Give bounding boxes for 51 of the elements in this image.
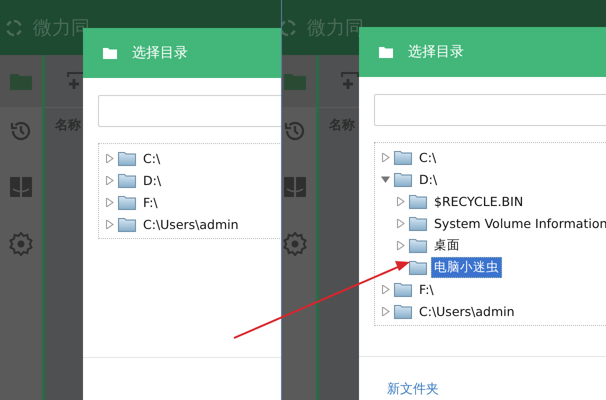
tree-item[interactable]: F:\ — [416, 280, 437, 298]
folder-icon — [394, 172, 412, 186]
folder-icon — [409, 216, 427, 230]
path-field[interactable] — [98, 95, 281, 127]
triangle-icon[interactable] — [381, 152, 390, 162]
history-icon[interactable] — [9, 119, 33, 143]
triangle-icon[interactable] — [381, 174, 390, 184]
tree-item[interactable]: C:\ — [416, 148, 440, 166]
triangle-icon[interactable] — [105, 176, 114, 184]
folder-icon — [118, 150, 136, 166]
finder-face-icon[interactable] — [9, 176, 33, 198]
triangle-icon[interactable] — [396, 196, 405, 206]
folder-icon — [394, 304, 412, 318]
folder-icon — [394, 150, 412, 164]
triangle-icon[interactable] — [105, 154, 114, 162]
tree-item[interactable]: 电脑小迷虫 — [431, 256, 502, 278]
tree-item[interactable]: C:\Users\admin — [416, 302, 518, 320]
folder-icon — [118, 216, 136, 232]
folder-icon — [409, 260, 427, 274]
sync-icon — [282, 18, 297, 36]
settings-icon[interactable] — [282, 231, 308, 257]
triangle-icon[interactable] — [381, 306, 390, 316]
tree-item[interactable]: System Volume Information — [431, 214, 606, 232]
folder-icon — [409, 194, 427, 208]
tree-item[interactable]: C:\ — [140, 148, 164, 168]
sync-icon — [5, 18, 23, 36]
folder-icon — [103, 48, 117, 58]
tree-item[interactable]: F:\ — [140, 192, 161, 212]
settings-icon[interactable] — [8, 231, 34, 257]
new-folder-link[interactable]: 新文件夹 — [387, 380, 439, 398]
triangle-icon[interactable] — [381, 284, 390, 294]
triangle-icon[interactable] — [396, 218, 405, 228]
triangle-icon[interactable] — [396, 240, 405, 250]
tree-item[interactable]: D:\ — [140, 170, 164, 190]
history-icon[interactable] — [283, 119, 307, 143]
finder-face-icon[interactable] — [283, 176, 307, 198]
tree-item[interactable]: C:\Users\admin — [140, 214, 242, 234]
dialog-title: 选择目录 — [132, 44, 188, 62]
folder-icon — [409, 238, 427, 252]
tree-item[interactable]: D:\ — [416, 170, 440, 188]
tree-item[interactable]: 桌面 — [431, 234, 463, 256]
path-field[interactable] — [374, 94, 606, 126]
triangle-icon[interactable] — [105, 220, 114, 228]
folder-icon — [118, 194, 136, 210]
add-folder-icon[interactable] — [339, 71, 361, 91]
folder-icon — [394, 282, 412, 296]
folder-icon — [379, 46, 393, 58]
folder-icon — [118, 172, 136, 188]
triangle-icon[interactable] — [105, 198, 114, 206]
tree-item[interactable]: $RECYCLE.BIN — [431, 192, 526, 210]
dialog-title: 选择目录 — [408, 43, 464, 61]
